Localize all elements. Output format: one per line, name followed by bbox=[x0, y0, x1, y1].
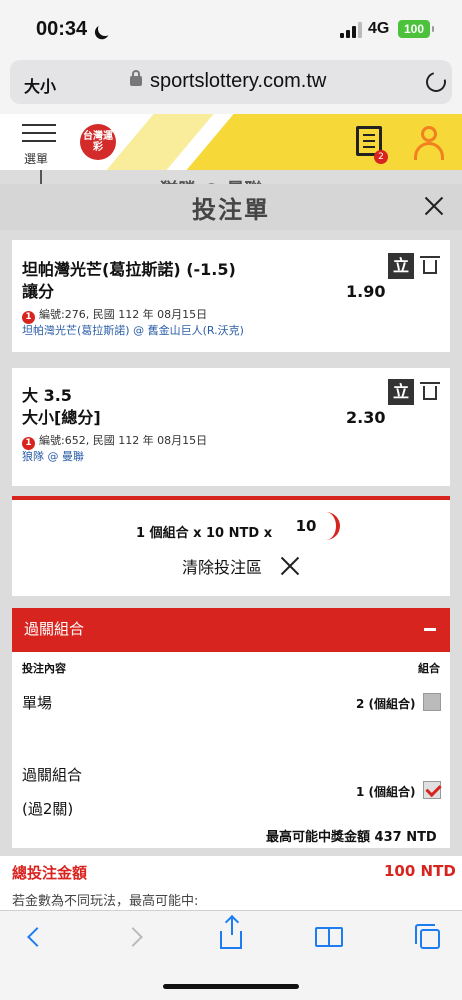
bet-info-text: 編號:276, 民國 112 年 08月15日 bbox=[39, 308, 208, 321]
url-text[interactable]: sportslottery.com.tw bbox=[150, 70, 326, 93]
parlay-label: 過關組合 bbox=[22, 766, 83, 784]
max-win: 最高可能中獎金額 437 NTD bbox=[266, 830, 437, 845]
column-combo: 組合 bbox=[418, 662, 440, 675]
stake-amount-input[interactable]: 10 bbox=[276, 512, 340, 540]
tabs-icon[interactable] bbox=[415, 924, 440, 949]
single-checkbox[interactable] bbox=[423, 693, 441, 711]
collapse-icon[interactable] bbox=[424, 628, 436, 631]
parlay-count: 1 (個組合) bbox=[356, 785, 416, 799]
battery-icon: 100 bbox=[398, 20, 434, 38]
parlay-header-label: 過關組合 bbox=[24, 620, 85, 638]
status-bar: 00:34 4G 100 bbox=[0, 0, 462, 56]
bet-info-text: 編號:652, 民國 112 年 08月15日 bbox=[39, 434, 208, 447]
reload-icon[interactable] bbox=[422, 68, 450, 96]
bet-count-badge: 2 bbox=[374, 150, 388, 164]
total-value: 100 NTD bbox=[384, 862, 456, 880]
bet-odds: 2.30 bbox=[346, 408, 386, 427]
bet-slip-header: 投注單 bbox=[0, 184, 462, 230]
bet-teams-link[interactable]: 坦帕灣光芒(葛拉斯諾) @ 舊金山巨人(R.沃克) bbox=[22, 322, 244, 338]
single-label: 單場 bbox=[22, 694, 53, 712]
close-icon[interactable] bbox=[424, 196, 444, 216]
parlay-sub: (過2關) bbox=[22, 800, 74, 818]
share-icon[interactable] bbox=[220, 917, 242, 949]
bet-market: 讓分 bbox=[22, 282, 55, 301]
site-logo[interactable]: 台灣運彩 bbox=[80, 124, 116, 160]
combo-summary: 1 個組合 x 10 NTD x bbox=[136, 526, 273, 541]
bet-teams-link[interactable]: 狼隊 @ 曼聯 bbox=[22, 448, 84, 464]
bet-selection: 大 3.5 bbox=[22, 386, 72, 405]
clock: 00:34 bbox=[36, 18, 88, 40]
stake-panel: 1 個組合 x 10 NTD x 10 清除投注區 bbox=[12, 496, 450, 596]
url-field[interactable]: 大小 sportslottery.com.tw bbox=[10, 60, 452, 104]
moon-icon bbox=[96, 20, 114, 38]
lock-icon bbox=[130, 70, 142, 86]
bet-selection: 坦帕灣光芒(葛拉斯諾) (-1.5) bbox=[22, 260, 236, 279]
signal-icon bbox=[340, 22, 364, 38]
stand-button[interactable]: 立 bbox=[388, 379, 414, 405]
bet-market: 大小[總分] bbox=[22, 408, 101, 427]
trash-icon[interactable] bbox=[420, 256, 440, 274]
parlay-section: 過關組合 投注內容 組合 單場 2 (個組合) 過關組合 (過2關) 1 (個組… bbox=[12, 608, 450, 848]
home-indicator bbox=[163, 984, 299, 989]
bet-card: 坦帕灣光芒(葛拉斯諾) (-1.5) 讓分 1.90 立 1 編號:276, 民國… bbox=[12, 240, 450, 352]
site-header: 選單 台灣運彩 2 bbox=[0, 114, 462, 170]
menu-icon[interactable] bbox=[22, 124, 56, 148]
forward-icon[interactable] bbox=[122, 923, 152, 953]
total-row: 總投注金額 100 NTD 若金數為不同玩法，最高可能中: bbox=[0, 856, 462, 910]
clear-icon[interactable] bbox=[280, 556, 300, 576]
column-content: 投注內容 bbox=[22, 662, 66, 675]
single-count: 2 (個組合) bbox=[356, 697, 416, 711]
parlay-checkbox[interactable] bbox=[423, 781, 441, 799]
total-note: 若金數為不同玩法，最高可能中: bbox=[12, 894, 199, 909]
stand-button[interactable]: 立 bbox=[388, 253, 414, 279]
bet-card: 大 3.5 大小[總分] 2.30 立 1 編號:652, 民國 112 年 08… bbox=[12, 368, 450, 486]
trash-icon[interactable] bbox=[420, 382, 440, 400]
network-type: 4G bbox=[368, 20, 390, 37]
menu-label[interactable]: 選單 bbox=[24, 150, 48, 167]
clear-bets-button[interactable]: 清除投注區 bbox=[182, 554, 262, 578]
back-icon[interactable] bbox=[20, 923, 50, 953]
bet-odds: 1.90 bbox=[346, 282, 386, 301]
bookmarks-icon[interactable] bbox=[315, 927, 343, 947]
text-size-button[interactable]: 大小 bbox=[24, 73, 56, 97]
user-icon[interactable] bbox=[414, 126, 444, 160]
sheet-title: 投注單 bbox=[192, 196, 270, 224]
total-label: 總投注金額 bbox=[12, 864, 88, 882]
parlay-header[interactable]: 過關組合 bbox=[12, 608, 450, 652]
browser-address-bar: 大小 sportslottery.com.tw bbox=[0, 56, 462, 114]
